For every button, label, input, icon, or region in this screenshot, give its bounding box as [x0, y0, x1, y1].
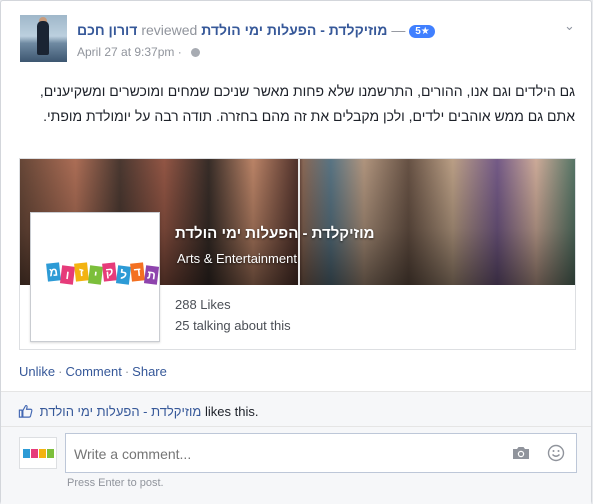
camera-icon[interactable]	[512, 446, 530, 460]
reviewed-page-link[interactable]: מוזיקלדת - הפעלות ימי הולדת	[201, 22, 387, 38]
mini-logo-tile	[47, 449, 54, 458]
logo-tile: ו	[59, 265, 76, 285]
likes-summary: מוזיקלדת - הפעלות ימי הולדת likes this.	[18, 404, 258, 419]
logo-tile: ד	[130, 262, 145, 282]
page-talking-count: 25 talking about this	[175, 318, 291, 333]
shared-page-title[interactable]: מוזיקלדת - הפעלות ימי הולדת	[175, 225, 411, 242]
post-header: דורון חכם reviewed מוזיקלדת - הפעלות ימי…	[77, 22, 435, 38]
mini-logo-tile	[31, 449, 38, 458]
post-body: גם הילדים וגם אנו, ההורים, התרשמנו שלא פ…	[39, 83, 575, 124]
post-timestamp[interactable]: April 27 at 9:37pm	[77, 45, 174, 59]
commenter-logo	[23, 449, 55, 458]
post-actions: Unlike · Comment · Share	[19, 364, 167, 379]
review-verb: reviewed	[141, 22, 198, 38]
logo-tile: ק	[102, 262, 117, 282]
post-meta: April 27 at 9:37pm ·	[77, 45, 201, 59]
smiley-icon[interactable]	[547, 444, 565, 462]
comment-box[interactable]	[65, 433, 577, 473]
mini-logo-tile	[39, 449, 46, 458]
shared-page-category: Arts & Entertainment	[177, 251, 297, 266]
action-separator: ·	[124, 364, 130, 379]
comment-input[interactable]	[74, 446, 494, 462]
comment-divider	[1, 426, 591, 427]
footer-divider	[1, 391, 591, 392]
meta-separator: ·	[177, 45, 182, 59]
page-likes-count: 288 Likes	[175, 297, 231, 312]
mini-logo-tile	[23, 449, 30, 458]
unlike-link[interactable]: Unlike	[19, 364, 55, 379]
rating-badge[interactable]: 5★	[409, 25, 435, 38]
share-link[interactable]: Share	[132, 364, 167, 379]
logo-tile: י	[87, 265, 104, 285]
avatar-figure	[37, 21, 49, 55]
liker-page-link[interactable]: מוזיקלדת - הפעלות ימי הולדת	[40, 404, 202, 419]
author-avatar[interactable]	[20, 15, 67, 62]
shared-page-card[interactable]: מוזיקלדת - הפעלות ימי הולדת Arts & Enter…	[19, 158, 576, 350]
page-logo: מוזיקלדת	[46, 262, 160, 285]
logo-tile: מ	[46, 262, 61, 282]
commenter-avatar[interactable]	[19, 437, 57, 469]
action-separator: ·	[58, 364, 63, 379]
header-separator: —	[391, 22, 406, 38]
cover-divider	[298, 159, 300, 285]
logo-tile: ל	[115, 265, 132, 285]
chevron-down-icon[interactable]: ⌄	[564, 18, 575, 34]
globe-icon[interactable]	[191, 48, 201, 57]
logo-tile: ז	[74, 262, 89, 282]
likes-suffix: likes this.	[204, 404, 259, 419]
comment-hint: Press Enter to post.	[67, 477, 164, 489]
thumbs-up-icon	[18, 405, 33, 418]
post-card: דורון חכם reviewed מוזיקלדת - הפעלות ימי…	[0, 0, 592, 504]
author-name[interactable]: דורון חכם	[77, 22, 137, 38]
page-profile-picture[interactable]: מוזיקלדת	[30, 212, 160, 342]
comment-link[interactable]: Comment	[65, 364, 121, 379]
logo-tile: ת	[143, 265, 160, 285]
